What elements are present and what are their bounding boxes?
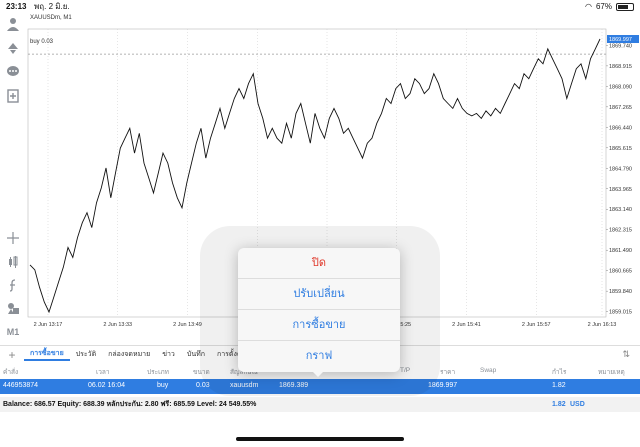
currency-label: USD bbox=[570, 401, 585, 408]
y-tick-label: 1859.015 bbox=[609, 310, 632, 316]
row-type: buy bbox=[157, 382, 169, 389]
x-tick-label: 2 Jun 13:17 bbox=[34, 322, 63, 328]
y-tick-label: 1859.840 bbox=[609, 289, 632, 295]
trade-button[interactable]: การซื้อขาย bbox=[238, 310, 400, 341]
header-comment: หมายเหตุ bbox=[598, 369, 625, 376]
chart-symbol-label: XAUUSDm, M1 bbox=[30, 15, 72, 21]
x-tick-label: 2 Jun 15:57 bbox=[522, 322, 551, 328]
header-type: ประเภท bbox=[147, 369, 169, 376]
y-tick-label: 1864.790 bbox=[609, 166, 632, 172]
y-tick-label: 1868.090 bbox=[609, 84, 632, 90]
balance-bar: Balance: 686.57 Equity: 688.39 หลักประกั… bbox=[0, 397, 640, 412]
timeframe-m1-icon[interactable]: M1 bbox=[4, 323, 22, 341]
y-tick-label: 1862.315 bbox=[609, 228, 632, 234]
new-order-icon[interactable] bbox=[4, 87, 22, 105]
header-time: เวลา bbox=[96, 369, 110, 376]
status-date: พฤ. 2 มิ.ย. bbox=[34, 2, 70, 11]
x-tick-label: 2 Jun 16:13 bbox=[588, 322, 617, 328]
header-swap: Swap bbox=[480, 367, 497, 374]
y-tick-label: 1863.140 bbox=[609, 207, 632, 213]
y-tick-label: 1861.490 bbox=[609, 248, 632, 254]
buy-line-label: buy 0.03 bbox=[30, 39, 54, 45]
chart-button[interactable]: กราฟ bbox=[238, 341, 400, 372]
chat-icon[interactable] bbox=[4, 63, 22, 81]
function-icon[interactable] bbox=[4, 276, 22, 294]
modify-order-button[interactable]: ปรับเปลี่ยน bbox=[238, 279, 400, 310]
x-tick-label: 2 Jun 13:33 bbox=[103, 322, 132, 328]
indicators-icon[interactable] bbox=[4, 253, 22, 271]
sort-icon[interactable]: ⇅ bbox=[622, 349, 630, 360]
left-toolbar: M1 bbox=[0, 13, 26, 343]
tab-news[interactable]: ข่าว bbox=[156, 349, 181, 360]
row-profit: 1.82 bbox=[552, 382, 566, 389]
status-bar: 23:13 พฤ. 2 มิ.ย. ◠ 67% bbox=[0, 0, 640, 13]
y-tick-label: 1860.665 bbox=[609, 269, 632, 275]
wifi-icon: ◠ bbox=[585, 2, 592, 11]
app-root: 23:13 พฤ. 2 มิ.ย. ◠ 67% M1 1869.740 1868… bbox=[0, 0, 640, 447]
home-indicator[interactable] bbox=[236, 437, 404, 441]
crosshair-icon[interactable] bbox=[4, 229, 22, 247]
row-time: 06.02 16:04 bbox=[88, 382, 125, 389]
y-tick-label: 1868.915 bbox=[609, 64, 632, 70]
balance-text: Balance: 686.57 Equity: 688.39 หลักประกั… bbox=[3, 401, 257, 408]
tab-history[interactable]: ประวัติ bbox=[70, 349, 102, 360]
header-price: ราคา bbox=[440, 369, 456, 376]
status-right: ◠ 67% bbox=[585, 0, 634, 13]
account-icon[interactable] bbox=[4, 15, 22, 33]
y-tick-label: 1867.265 bbox=[609, 105, 632, 111]
trade-arrows-icon[interactable] bbox=[4, 39, 22, 57]
x-tick-label: 2 Jun 15:41 bbox=[452, 322, 481, 328]
battery-icon bbox=[616, 2, 634, 11]
header-order: คำสั่ง bbox=[3, 369, 19, 376]
row-order: 446953874 bbox=[3, 382, 39, 389]
header-profit: กำไร bbox=[552, 369, 567, 376]
current-price-label: 1869.997 bbox=[609, 37, 632, 43]
y-tick-label: 1865.615 bbox=[609, 146, 632, 152]
tab-trade[interactable]: การซื้อขาย bbox=[24, 348, 70, 361]
objects-icon[interactable] bbox=[4, 299, 22, 317]
y-tick-label: 1866.440 bbox=[609, 125, 632, 131]
y-tick-label: 1869.740 bbox=[609, 43, 632, 49]
battery-percent: 67% bbox=[595, 2, 612, 11]
x-tick-label: 2 Jun 13:49 bbox=[173, 322, 202, 328]
y-tick-label: 1863.965 bbox=[609, 187, 632, 193]
close-order-button[interactable]: ปิด bbox=[238, 248, 400, 279]
popover-arrow bbox=[311, 370, 325, 377]
order-action-menu: ปิด ปรับเปลี่ยน การซื้อขาย กราฟ bbox=[238, 248, 400, 372]
tab-mailbox[interactable]: กล่องจดหมาย bbox=[102, 349, 156, 360]
add-icon[interactable]: + bbox=[0, 348, 24, 362]
status-time: 23:13 bbox=[6, 2, 27, 11]
total-profit: 1.82 bbox=[552, 401, 566, 408]
